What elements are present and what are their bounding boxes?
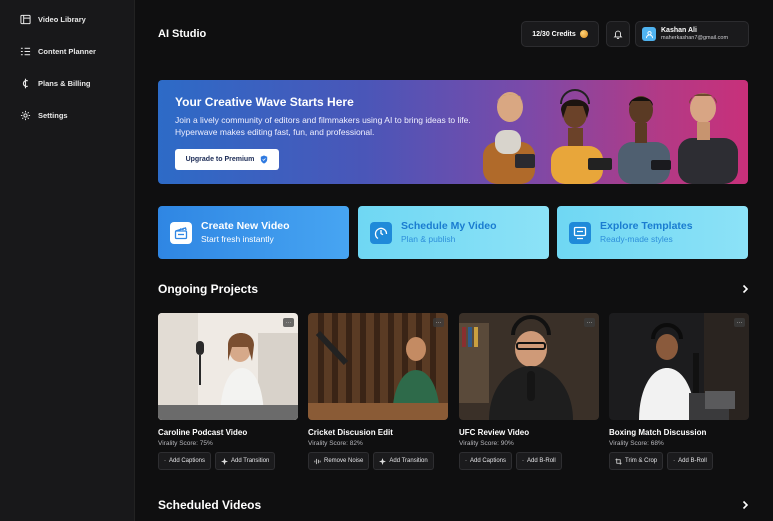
notifications-button[interactable] [606, 21, 630, 47]
tag-label: Add B-Roll [527, 458, 556, 464]
main-content: AI Studio 12/30 Credits Kashan Ali maher… [135, 0, 773, 521]
project-card[interactable]: ··· UFC Review Video Virality Score: 90%… [459, 313, 599, 470]
project-title: Caroline Podcast Video [158, 428, 248, 437]
tag-label: Add Transition [389, 458, 428, 464]
project-thumbnail: ··· [459, 313, 599, 420]
add-captions-button[interactable]: · Add Captions [158, 452, 212, 470]
sidebar-item-video-library[interactable]: Video Library [20, 14, 86, 25]
sidebar-item-label: Plans & Billing [38, 79, 91, 88]
list-icon [20, 47, 31, 56]
cricket-podcast-image [308, 313, 448, 420]
sidebar-item-content-planner[interactable]: Content Planner [20, 46, 96, 57]
trim-crop-button[interactable]: Trim & Crop [609, 452, 664, 470]
crop-icon [615, 457, 622, 465]
tag-label: Trim & Crop [625, 458, 658, 464]
qa-subtitle: Ready-made styles [600, 233, 673, 244]
coin-icon [579, 30, 588, 38]
waveform-icon [314, 458, 321, 464]
user-email: maherkashan7@gmail.com [661, 34, 729, 41]
project-card[interactable]: ··· Caroline Podcast Video Virality Scor… [158, 313, 298, 470]
chevron-right-icon[interactable] [740, 284, 750, 294]
hero-banner: Your Creative Wave Starts Here Join a li… [158, 80, 748, 184]
add-b-roll-button[interactable]: · Add B-Roll [516, 452, 562, 470]
currency-icon [22, 78, 29, 89]
add-transition-button[interactable]: Add Transition [215, 452, 276, 470]
upgrade-button[interactable]: Upgrade to Premium [175, 149, 279, 170]
sidebar-item-settings[interactable]: Settings [20, 110, 68, 121]
qa-icon-box [170, 221, 192, 244]
avatar [642, 27, 656, 41]
add-b-roll-button[interactable]: · Add B-Roll [667, 452, 713, 470]
virality-score: Virality Score: 68% [609, 440, 664, 447]
add-transition-button[interactable]: Add Transition [373, 452, 434, 470]
schedule-my-video-button[interactable]: Schedule My Video Plan & publish [358, 206, 549, 259]
template-icon [573, 226, 587, 239]
virality-score: Virality Score: 82% [308, 440, 363, 447]
hero-people-image [483, 89, 738, 184]
user-profile[interactable]: Kashan Ali maherkashan7@gmail.com [635, 21, 749, 47]
tag-label: Add Transition [231, 458, 270, 464]
sidebar-item-plans-billing[interactable]: Plans & Billing [20, 78, 91, 89]
gear-icon [20, 110, 31, 121]
ongoing-projects-title: Ongoing Projects [158, 282, 259, 296]
qa-title: Explore Templates [600, 220, 693, 233]
calendar-clock-icon [374, 227, 388, 239]
explore-templates-button[interactable]: Explore Templates Ready-made styles [557, 206, 748, 259]
qa-icon-box [370, 221, 392, 244]
tag-label: Add Captions [470, 458, 507, 464]
sidebar-item-label: Content Planner [38, 47, 96, 56]
project-thumbnail: ··· [158, 313, 298, 420]
project-title: UFC Review Video [459, 428, 530, 437]
credits-badge[interactable]: 12/30 Credits [521, 21, 599, 47]
podcast-woman-image [158, 313, 298, 420]
project-card[interactable]: ··· Boxing Match Discussion Virality Sco… [609, 313, 749, 470]
qa-icon-box [569, 221, 591, 244]
add-captions-button[interactable]: · Add Captions [459, 452, 513, 470]
project-card[interactable]: ··· Cricket Discusion Edit Virality Scor… [308, 313, 448, 470]
bell-icon [613, 30, 623, 39]
remove-noise-button[interactable]: Remove Noise [308, 452, 370, 470]
project-title: Cricket Discusion Edit [308, 428, 393, 437]
qa-subtitle: Start fresh instantly [201, 233, 274, 244]
project-thumbnail: ··· [609, 313, 749, 420]
sidebar: Video Library Content Planner Plans & Bi… [0, 0, 135, 521]
more-options-button[interactable]: ··· [734, 318, 745, 327]
more-options-button[interactable]: ··· [433, 318, 444, 327]
clapperboard-icon [174, 226, 188, 239]
more-options-button[interactable]: ··· [283, 318, 294, 327]
credits-label: 12/30 Credits [532, 30, 576, 38]
add-icon: · [465, 458, 467, 464]
user-icon [645, 30, 653, 38]
ufc-review-image [459, 313, 599, 420]
scheduled-videos-title: Scheduled Videos [158, 498, 262, 512]
shield-icon [261, 155, 268, 164]
qa-subtitle: Plan & publish [401, 233, 456, 244]
project-title: Boxing Match Discussion [609, 428, 707, 437]
qa-title: Schedule My Video [401, 220, 497, 233]
tag-label: Add Captions [169, 458, 206, 464]
virality-score: Virality Score: 90% [459, 440, 514, 447]
add-icon: · [522, 458, 525, 464]
virality-score: Virality Score: 75% [158, 440, 213, 447]
add-icon: · [673, 458, 676, 464]
sidebar-item-label: Settings [38, 111, 68, 120]
video-library-icon [20, 14, 31, 25]
sparkle-icon [221, 457, 229, 465]
upgrade-label: Upgrade to Premium [185, 156, 255, 163]
more-options-button[interactable]: ··· [584, 318, 595, 327]
chevron-right-icon[interactable] [740, 500, 750, 510]
boxing-podcast-image [609, 313, 749, 420]
tag-label: Remove Noise [324, 458, 364, 464]
hero-title: Your Creative Wave Starts Here [175, 95, 354, 109]
page-title: AI Studio [158, 28, 207, 40]
qa-title: Create New Video [201, 220, 290, 233]
add-icon: · [164, 458, 166, 464]
user-name: Kashan Ali [661, 26, 697, 34]
sparkle-icon [379, 457, 387, 465]
create-new-video-button[interactable]: Create New Video Start fresh instantly [158, 206, 349, 259]
tag-label: Add B-Roll [678, 458, 707, 464]
sidebar-item-label: Video Library [38, 15, 86, 24]
project-thumbnail: ··· [308, 313, 448, 420]
hero-subtitle: Join a lively community of editors and f… [175, 115, 471, 138]
